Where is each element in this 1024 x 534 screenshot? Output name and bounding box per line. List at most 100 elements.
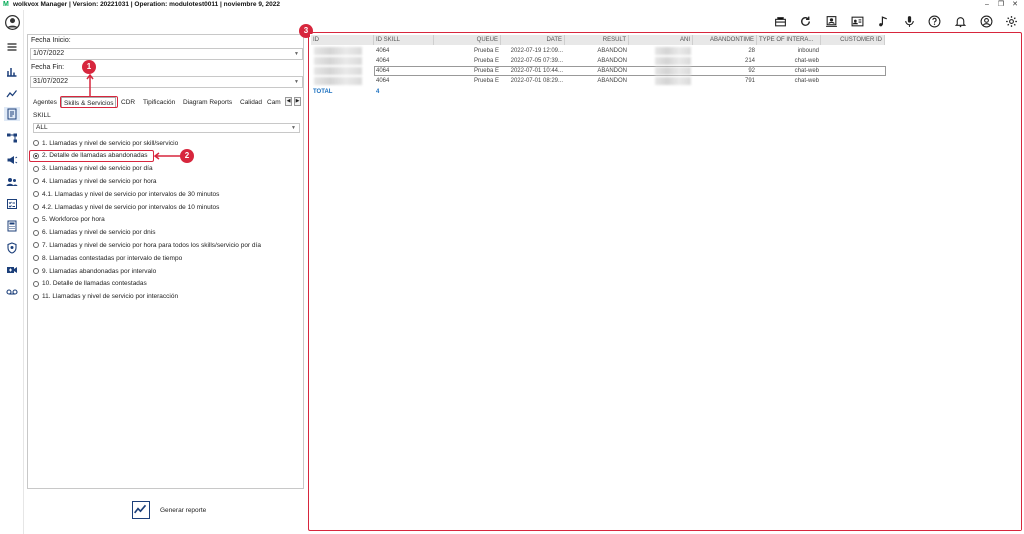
users-icon[interactable] [4,175,20,189]
col-header-date[interactable]: DATE [501,35,565,45]
checklist-icon[interactable] [4,197,20,211]
table-cell-type[interactable]: chat-web [757,76,821,86]
table-cell-id-skill[interactable]: 4064 [374,56,434,66]
table-cell-result[interactable]: ABANDON [565,66,629,76]
radio-button[interactable] [33,242,39,249]
table-cell-queue[interactable]: Prueba E [434,46,501,56]
radio-button[interactable] [33,165,39,172]
avatar-icon[interactable] [4,14,20,30]
fecha-fin-field[interactable]: 31/07/2022 ▼ [30,76,303,88]
tab-calidad[interactable]: Calidad [240,97,262,108]
tab-agentes[interactable]: Agentes [33,97,57,108]
table-cell-id-skill[interactable]: 4064 [374,66,434,76]
tab-diagram-reports[interactable]: Diagram Reports [183,97,232,108]
settings-icon[interactable] [1003,13,1019,29]
user-icon[interactable] [978,13,994,29]
report-icon[interactable] [4,107,20,121]
report-option[interactable]: 10. Detalle de llamadas contestadas [33,279,147,289]
calculator-icon[interactable] [4,219,20,233]
table-cell-abandontime[interactable]: 791 [693,76,757,86]
table-cell-date[interactable]: 2022-07-01 10:44... [501,66,565,76]
radio-button[interactable] [33,280,39,287]
shield-icon[interactable] [4,241,20,255]
tab-scroll-left-icon[interactable]: ◀ [285,97,292,106]
table-cell-result[interactable]: ABANDON [565,56,629,66]
radio-button[interactable] [33,216,39,223]
tab-cdr[interactable]: CDR [121,97,135,108]
table-cell-type[interactable]: chat-web [757,56,821,66]
report-option[interactable]: 4.2. Llamadas y nivel de servicio por in… [33,202,219,212]
table-cell-type[interactable]: chat-web [757,66,821,76]
menu-icon[interactable] [4,40,20,54]
table-cell-id-skill[interactable]: 4064 [374,76,434,86]
report-option[interactable]: 3. Llamadas y nivel de servicio por día [33,164,153,174]
col-header-id[interactable]: ID [311,35,374,45]
tab-tipificacion[interactable]: Tipificación [143,97,175,108]
table-cell-result[interactable]: ABANDON [565,46,629,56]
radio-button[interactable] [33,268,39,274]
microphone-icon[interactable] [901,13,917,29]
col-header-ani[interactable]: ANI [629,35,693,45]
skill-select[interactable]: ALL ▼ [33,123,300,133]
radio-button[interactable] [33,178,39,185]
contacts-icon[interactable] [823,13,839,29]
tab-campanas[interactable]: Cam [267,97,285,108]
tickets-icon[interactable] [772,13,788,29]
table-cell-date[interactable]: 2022-07-19 12:09... [501,46,565,56]
fecha-inicio-field[interactable]: 1/07/2022 ▼ [30,48,303,60]
redacted-id [314,67,362,75]
table-cell-abandontime[interactable]: 214 [693,56,757,66]
table-cell-date[interactable]: 2022-07-05 07:39... [501,56,565,66]
radio-button[interactable] [33,191,39,198]
voicemail-icon[interactable] [4,285,20,299]
flow-icon[interactable] [4,131,20,145]
tab-scroll-right-icon[interactable]: ▶ [294,97,301,106]
col-header-customer-id[interactable]: CUSTOMER ID [821,35,885,45]
table-cell-result[interactable]: ABANDON [565,76,629,86]
help-icon[interactable] [926,13,942,29]
table-cell-queue[interactable]: Prueba E [434,76,501,86]
radio-button[interactable] [33,229,39,236]
refresh-icon[interactable] [797,13,813,29]
bar-chart-icon[interactable] [4,65,20,79]
line-chart-icon[interactable] [4,87,20,101]
col-header-queue[interactable]: QUEUE [434,35,501,45]
col-header-id-skill[interactable]: ID SKILL [374,35,434,45]
table-cell-queue[interactable]: Prueba E [434,66,501,76]
id-card-icon[interactable] [849,13,865,29]
restore-button[interactable]: ❐ [994,0,1008,10]
report-option[interactable]: 8. Llamadas contestadas por intervalo de… [33,253,182,263]
chevron-down-icon[interactable]: ▼ [294,77,299,87]
report-option[interactable]: 1. Llamadas y nivel de servicio por skil… [33,138,178,148]
table-cell-abandontime[interactable]: 28 [693,46,757,56]
report-option[interactable]: 4.1. Llamadas y nivel de servicio por in… [33,189,219,199]
generar-reporte-button[interactable]: Generar reporte [132,499,212,521]
close-button[interactable]: ✕ [1008,0,1022,10]
radio-button[interactable] [33,204,39,210]
minimize-button[interactable]: – [980,0,994,10]
report-option[interactable]: 9. Llamadas abandonadas por intervalo [33,266,156,276]
table-cell-queue[interactable]: Prueba E [434,56,501,66]
bell-icon[interactable] [952,13,968,29]
col-header-result[interactable]: RESULT [565,35,629,45]
table-cell-date[interactable]: 2022-07-01 08:29... [501,76,565,86]
music-icon[interactable] [875,13,891,29]
report-option[interactable]: 11. Llamadas y nivel de servicio por int… [33,292,178,302]
chevron-down-icon[interactable]: ▼ [291,124,296,132]
report-option[interactable]: 7. Llamadas y nivel de servicio por hora… [33,240,261,250]
video-icon[interactable] [4,263,20,277]
table-cell-abandontime[interactable]: 92 [693,66,757,76]
report-option[interactable]: 6. Llamadas y nivel de servicio por dnis [33,228,155,238]
radio-button[interactable] [33,255,39,262]
report-option[interactable]: 4. Llamadas y nivel de servicio por hora [33,176,157,186]
radio-button[interactable] [33,140,39,146]
radio-button[interactable] [33,293,39,300]
report-option[interactable]: 5. Workforce por hora [33,215,105,225]
campaign-icon[interactable] [4,153,20,167]
chevron-down-icon[interactable]: ▼ [294,49,299,59]
table-cell-type[interactable]: inbound [757,46,821,56]
col-header-type-of-interaction[interactable]: TYPE OF INTERA... [757,35,821,45]
col-header-abandontime[interactable]: ABANDONTIME [693,35,757,45]
chart-trend-icon [132,501,150,519]
table-cell-id-skill[interactable]: 4064 [374,46,434,56]
